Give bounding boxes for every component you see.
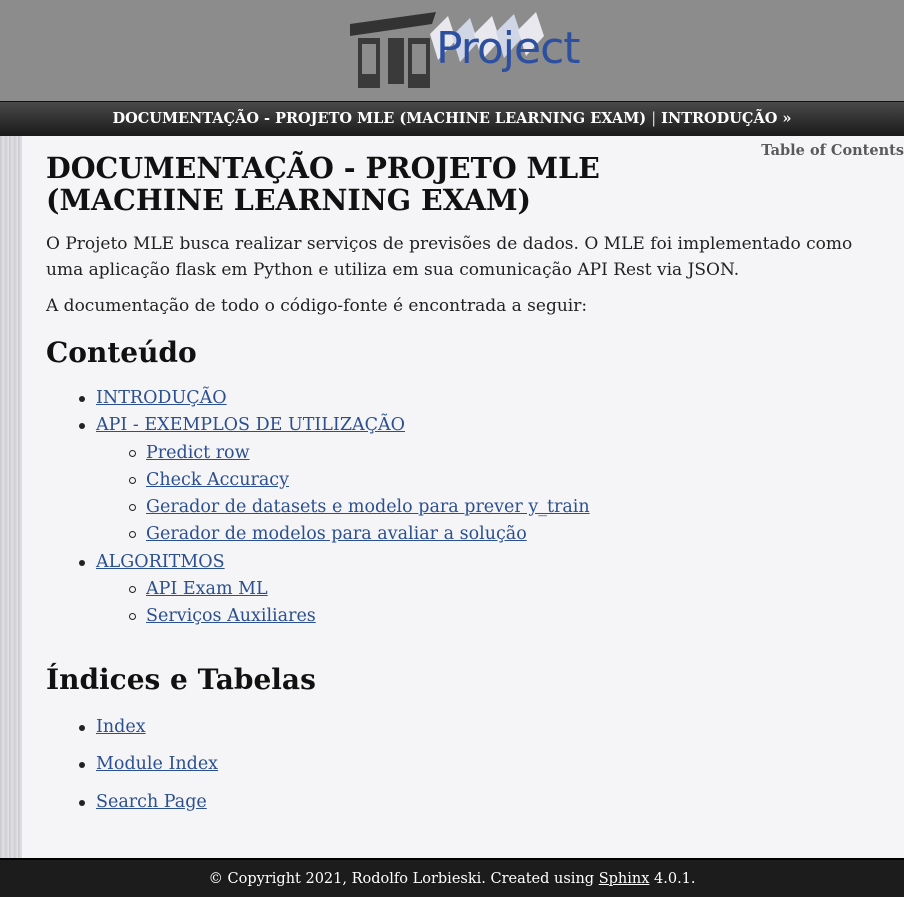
indices-heading: Índices e Tabelas	[46, 663, 316, 696]
contents-list: INTRODUÇÃO API - EXEMPLOS DE UTILIZAÇÃO …	[79, 385, 590, 631]
nav-separator: |	[651, 111, 657, 127]
toc-link-introducao[interactable]: INTRODUÇÃO	[96, 388, 227, 408]
toc-link-gerador-modelos[interactable]: Gerador de modelos para avaliar a soluçã…	[146, 524, 527, 544]
toc-link-servicos-auxiliares[interactable]: Serviços Auxiliares	[146, 606, 316, 626]
header-banner: Project	[0, 0, 904, 101]
module-index-link[interactable]: Module Index	[96, 754, 218, 774]
list-item: Index	[78, 714, 218, 741]
list-item: Search Page	[78, 789, 218, 816]
sphinx-version: 4.0.1.	[654, 871, 696, 887]
docs-paragraph: A documentação de todo o código-fonte é …	[46, 296, 588, 316]
toc-sidebar-label[interactable]: Table of Contents	[761, 142, 904, 159]
copyright-text: © Copyright 2021, Rodolfo Lorbieski. Cre…	[208, 871, 595, 887]
toc-link-gerador-datasets[interactable]: Gerador de datasets e modelo para prever…	[146, 497, 590, 517]
related-nav-bar: DOCUMENTAÇÃO - PROJETO MLE (MACHINE LEAR…	[0, 101, 904, 137]
logo-text: Project	[436, 23, 581, 74]
page-title: DOCUMENTAÇÃO - PROJETO MLE (MACHINE LEAR…	[46, 151, 600, 217]
left-side-band	[0, 136, 22, 858]
toc-link-api-exam-ml[interactable]: API Exam ML	[146, 579, 268, 599]
list-item: API Exam ML	[129, 576, 590, 603]
toc-link-algoritmos[interactable]: ALGORITMOS	[96, 552, 225, 572]
list-item: Serviços Auxiliares	[129, 603, 590, 630]
sphinx-link[interactable]: Sphinx	[599, 871, 650, 887]
list-item: Check Accuracy	[129, 467, 590, 494]
intro-paragraph: O Projeto MLE busca realizar serviços de…	[46, 234, 853, 280]
list-item: INTRODUÇÃO	[79, 385, 590, 412]
index-link[interactable]: Index	[96, 717, 146, 737]
indices-list: Index Module Index Search Page	[78, 714, 218, 816]
toc-link-predict-row[interactable]: Predict row	[146, 443, 250, 463]
list-item: Module Index	[78, 751, 218, 778]
next-link[interactable]: INTRODUÇÃO »	[661, 110, 791, 127]
list-item: Gerador de modelos para avaliar a soluçã…	[129, 521, 590, 548]
list-item: ALGORITMOS	[79, 549, 590, 576]
list-item: Predict row	[129, 440, 590, 467]
list-item: API - EXEMPLOS DE UTILIZAÇÃO	[79, 412, 590, 439]
search-page-link[interactable]: Search Page	[96, 792, 207, 812]
home-link[interactable]: DOCUMENTAÇÃO - PROJETO MLE (MACHINE LEAR…	[113, 110, 647, 127]
list-item: Gerador de datasets e modelo para prever…	[129, 494, 590, 521]
footer: © Copyright 2021, Rodolfo Lorbieski. Cre…	[0, 858, 904, 897]
contents-heading: Conteúdo	[46, 336, 197, 369]
project-logo[interactable]: Project	[348, 10, 588, 92]
toc-link-check-accuracy[interactable]: Check Accuracy	[146, 470, 289, 490]
toc-link-api-exemplos[interactable]: API - EXEMPLOS DE UTILIZAÇÃO	[96, 415, 405, 435]
